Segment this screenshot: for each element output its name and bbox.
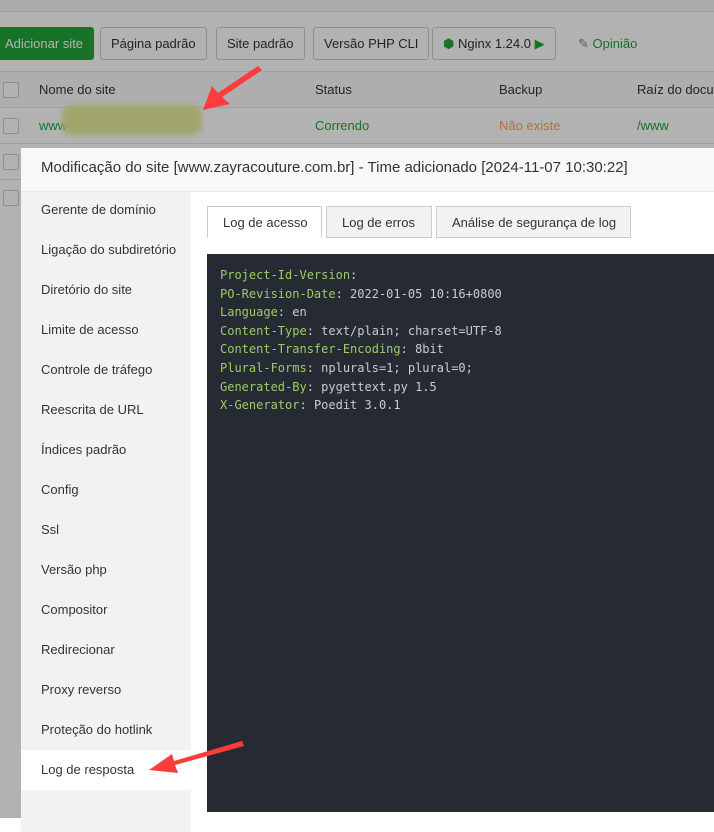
log-value: en	[292, 305, 307, 320]
sidebar-item[interactable]: Proxy reverso	[21, 670, 191, 710]
sidebar-item[interactable]: Controle de tráfego	[21, 350, 191, 390]
sidebar-item[interactable]: Proteção do hotlink	[21, 710, 191, 750]
log-line: Generated-By: pygettext.py 1.5	[220, 379, 437, 394]
log-line: Content-Type: text/plain; charset=UTF-8	[220, 323, 502, 338]
log-line: Content-Transfer-Encoding: 8bit	[220, 342, 444, 357]
sidebar-item[interactable]: Ssl	[21, 510, 191, 550]
sidebar-item[interactable]: Ligação do subdiretório	[21, 230, 191, 270]
sidebar-item[interactable]: Log de resposta	[21, 750, 191, 790]
log-key: PO-Revision-Date	[220, 286, 336, 301]
log-key: Language	[220, 305, 278, 320]
log-value: Poedit 3.0.1	[313, 398, 401, 413]
site-modification-modal: Modificação do site [www.zayracouture.co…	[21, 148, 714, 832]
log-line: Language: en	[220, 305, 307, 320]
log-content: Project-Id-Version: PO-Revision-Date: 20…	[207, 254, 714, 812]
tab-log-security-analysis[interactable]: Análise de segurança de log	[436, 206, 631, 238]
log-line: PO-Revision-Date: 2022-01-05 10:16+0800	[220, 286, 502, 301]
sidebar-item[interactable]: Redirecionar	[21, 630, 191, 670]
log-key: Content-Transfer-Encoding	[220, 342, 401, 357]
log-value: 2022-01-05 10:16+0800	[350, 286, 502, 301]
log-line: Project-Id-Version:	[220, 268, 358, 282]
sidebar-item[interactable]: Compositor	[21, 590, 191, 630]
tab-error-log[interactable]: Log de erros	[326, 206, 432, 238]
log-line: Plural-Forms: nplurals=1; plural=0;	[220, 360, 473, 375]
sidebar-item[interactable]: Gerente de domínio	[21, 190, 191, 230]
sidebar-item[interactable]: Config	[21, 470, 191, 510]
log-key: X-Generator	[220, 398, 300, 413]
log-value: pygettext.py 1.5	[321, 379, 437, 394]
log-value: nplurals=1; plural=0;	[321, 360, 473, 375]
sidebar-item[interactable]: Diretório do site	[21, 270, 191, 310]
tab-access-log[interactable]: Log de acesso	[207, 206, 322, 238]
sidebar-item[interactable]: Versão php	[21, 550, 191, 590]
sidebar-item[interactable]: Limite de acesso	[21, 310, 191, 350]
log-line: X-Generator: Poedit 3.0.1	[220, 398, 401, 413]
log-value: text/plain; charset=UTF-8	[321, 323, 502, 338]
log-key: Project-Id-Version	[220, 268, 351, 282]
sidebar-item[interactable]: Reescrita de URL	[21, 390, 191, 430]
modal-title: Modificação do site [www.zayracouture.co…	[21, 148, 714, 192]
sidebar-item[interactable]: Índices padrão	[21, 430, 191, 470]
log-value: 8bit	[415, 342, 444, 357]
log-key: Plural-Forms	[220, 360, 307, 375]
log-key: Content-Type	[220, 323, 307, 338]
modal-sidebar: Gerente de domínio Ligação do subdiretóri…	[21, 192, 191, 832]
log-key: Generated-By	[220, 379, 307, 394]
